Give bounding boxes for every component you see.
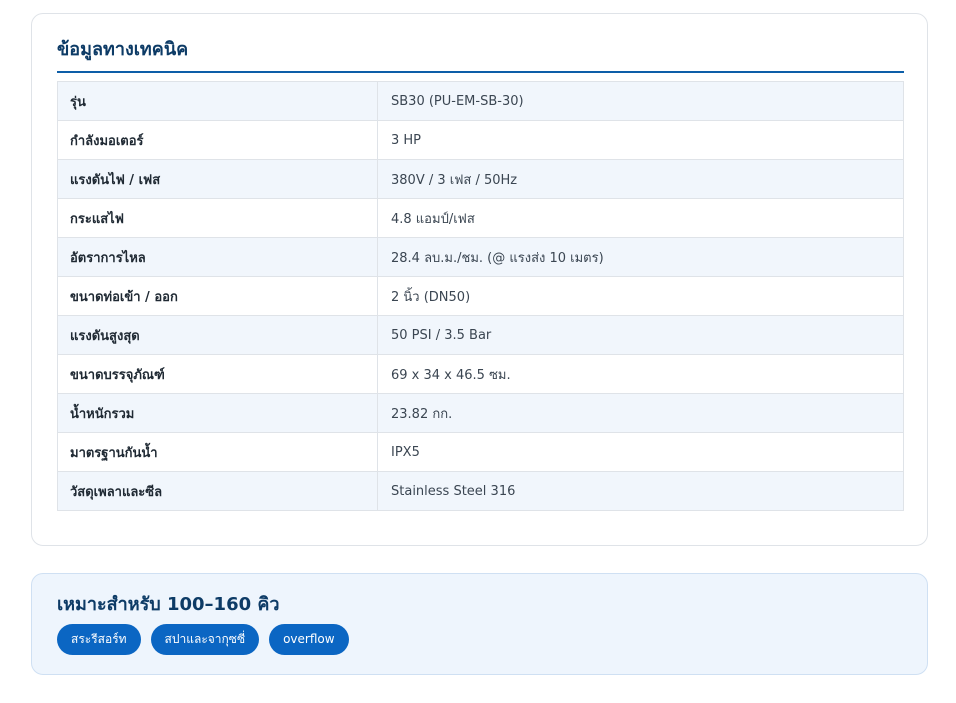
spec-label: อัตราการไหล xyxy=(57,237,378,277)
tag-list: สระรีสอร์ท สปาและจากุซซี่ overflow xyxy=(57,624,349,655)
table-row: แรงดันสูงสุด 50 PSI / 3.5 Bar xyxy=(57,315,904,355)
table-row: แรงดันไฟ / เฟส 380V / 3 เฟส / 50Hz xyxy=(57,159,904,199)
spec-label: กระแสไฟ xyxy=(57,198,378,238)
spec-label: แรงดันสูงสุด xyxy=(57,315,378,355)
spec-label: น้ำหนักรวม xyxy=(57,393,378,433)
spec-value: IPX5 xyxy=(377,432,904,472)
spec-label: มาตรฐานกันน้ำ xyxy=(57,432,378,472)
spec-label: กำลังมอเตอร์ xyxy=(57,120,378,160)
spec-label: แรงดันไฟ / เฟส xyxy=(57,159,378,199)
table-row: ขนาดท่อเข้า / ออก 2 นิ้ว (DN50) xyxy=(57,276,904,316)
table-row: รุ่น SB30 (PU-EM-SB-30) xyxy=(57,81,904,121)
table-row: วัสดุเพลาและซีล Stainless Steel 316 xyxy=(57,471,904,511)
spec-title: ข้อมูลทางเทคนิค xyxy=(57,39,189,60)
tag-overflow[interactable]: overflow xyxy=(269,624,349,655)
tag-spa-jacuzzi[interactable]: สปาและจากุซซี่ xyxy=(150,624,260,655)
spec-value: 4.8 แอมป์/เฟส xyxy=(377,198,904,238)
spec-value: Stainless Steel 316 xyxy=(377,471,904,511)
spec-label: รุ่น xyxy=(57,81,378,121)
spec-card: ข้อมูลทางเทคนิค รุ่น SB30 (PU-EM-SB-30) … xyxy=(31,13,928,546)
spec-value: 23.82 กก. xyxy=(377,393,904,433)
spec-value: 2 นิ้ว (DN50) xyxy=(377,276,904,316)
table-row: น้ำหนักรวม 23.82 กก. xyxy=(57,393,904,433)
spec-label: ขนาดท่อเข้า / ออก xyxy=(57,276,378,316)
table-row: กระแสไฟ 4.8 แอมป์/เฟส xyxy=(57,198,904,238)
table-row: มาตรฐานกันน้ำ IPX5 xyxy=(57,432,904,472)
suitable-for-card: เหมาะสำหรับ 100–160 คิว สระรีสอร์ท สปาแล… xyxy=(31,573,928,675)
table-row: ขนาดบรรจุภัณฑ์ 69 x 34 x 46.5 ซม. xyxy=(57,354,904,394)
spec-value: 69 x 34 x 46.5 ซม. xyxy=(377,354,904,394)
spec-label: ขนาดบรรจุภัณฑ์ xyxy=(57,354,378,394)
tag-resort-pool[interactable]: สระรีสอร์ท xyxy=(57,624,141,655)
title-divider xyxy=(57,71,904,73)
suitable-title: เหมาะสำหรับ 100–160 คิว xyxy=(57,594,280,615)
spec-value: 28.4 ลบ.ม./ชม. (@ แรงส่ง 10 เมตร) xyxy=(377,237,904,277)
spec-value: 50 PSI / 3.5 Bar xyxy=(377,315,904,355)
spec-value: SB30 (PU-EM-SB-30) xyxy=(377,81,904,121)
spec-table: รุ่น SB30 (PU-EM-SB-30) กำลังมอเตอร์ 3 H… xyxy=(57,81,904,511)
table-row: อัตราการไหล 28.4 ลบ.ม./ชม. (@ แรงส่ง 10 … xyxy=(57,237,904,277)
table-row: กำลังมอเตอร์ 3 HP xyxy=(57,120,904,160)
spec-label: วัสดุเพลาและซีล xyxy=(57,471,378,511)
spec-value: 380V / 3 เฟส / 50Hz xyxy=(377,159,904,199)
spec-value: 3 HP xyxy=(377,120,904,160)
